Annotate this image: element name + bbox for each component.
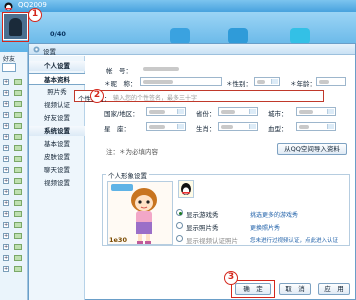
more-game-show-link[interactable]: 挑选更多的游戏秀 [250, 210, 298, 219]
age-label: ＊年龄： [290, 80, 316, 88]
expand-icon[interactable]: + [3, 112, 9, 118]
qq-penguin-icon [181, 183, 191, 195]
zodiac-select[interactable] [146, 122, 186, 131]
cancel-button[interactable]: 取 消 [279, 283, 311, 295]
expand-icon[interactable]: + [3, 79, 9, 85]
age-input[interactable] [316, 77, 346, 86]
expand-icon[interactable]: + [3, 222, 9, 228]
signature-input[interactable]: 输入您的个性签名，最多三十字 [113, 93, 197, 102]
qq-diamond-icon[interactable] [290, 28, 310, 44]
province-select[interactable] [218, 107, 258, 116]
import-from-qzone-button[interactable]: 从QQ空间导入资料 [277, 143, 347, 155]
nickname-label: ＊昵 称： [104, 80, 137, 88]
city-select[interactable] [296, 107, 336, 116]
account-value [140, 64, 200, 73]
country-label: 国家/地区： [104, 110, 139, 118]
avatar-highlight [2, 12, 29, 42]
expand-icon[interactable]: + [3, 255, 9, 261]
search-icon[interactable] [2, 63, 16, 72]
province-label: 省份： [196, 110, 216, 118]
qq-zone-icon[interactable] [170, 28, 190, 44]
expand-icon[interactable]: + [3, 156, 9, 162]
qq-penguin-icon [4, 2, 13, 11]
system-settings-header[interactable]: 系统设置 [29, 126, 85, 136]
personal-settings-header[interactable]: 个人设置 [29, 61, 85, 71]
country-select[interactable] [146, 107, 186, 116]
change-photo-show-link[interactable]: 更换照片秀 [250, 223, 280, 232]
qq-mail-icon[interactable] [228, 28, 248, 44]
zodiac-label: 星 座： [104, 125, 130, 133]
sidebar-item-skin-settings[interactable]: 皮肤设置 [29, 151, 85, 163]
blood-label: 血型： [268, 125, 288, 133]
gender-label: ＊性别： [226, 80, 252, 88]
radio-show-photo-label[interactable]: 显示照片秀 [186, 222, 219, 232]
step-marker-1: 1 [28, 8, 42, 22]
radio-show-game-label[interactable]: 显示游戏秀 [186, 209, 219, 219]
nickname-input[interactable] [140, 77, 222, 86]
video-auth-link[interactable]: 您未进行过视频认证，点此进入认证 [250, 236, 338, 244]
radio-show-video-label[interactable]: 显示视频认证照片 [186, 235, 238, 245]
radio-show-video[interactable] [176, 235, 183, 242]
signature-field[interactable]: 个性签名： 输入您的个性签名，最多三十字 [74, 90, 324, 103]
qq-friend-list: 好友 + + + + + + + + + + + + + + + + + + [0, 52, 28, 300]
gender-select[interactable] [254, 77, 280, 86]
sidebar-item-basic-settings[interactable]: 基本设置 [29, 138, 85, 150]
sidebar-item-chat-settings[interactable]: 聊天设置 [29, 164, 85, 176]
personal-show-title: 个人形象设置 [106, 170, 149, 180]
expand-icon[interactable]: + [3, 211, 9, 217]
account-label: 帐 号： [106, 67, 132, 75]
expand-icon[interactable]: + [3, 189, 9, 195]
step-marker-3: 3 [224, 271, 238, 285]
animal-select[interactable] [218, 122, 258, 131]
radio-show-photo[interactable] [176, 222, 183, 229]
ok-button-highlight [231, 280, 275, 298]
sidebar-item-basic-info[interactable]: 基本资料 [29, 73, 85, 85]
expand-icon[interactable]: + [3, 90, 9, 96]
settings-gear-icon [33, 46, 40, 53]
dialog-titlebar: 设置 [29, 44, 355, 56]
dialog-title: 设置 [43, 48, 56, 56]
city-label: 城市： [268, 110, 288, 118]
qq-friend-tab[interactable]: 好友 [3, 54, 15, 63]
qq-status-count: 0/40 [50, 30, 66, 38]
expand-icon[interactable]: + [3, 134, 9, 140]
show-badge: 1e30 [109, 236, 127, 244]
required-note: 注：＊为必填内容 [106, 148, 158, 156]
expand-icon[interactable]: + [3, 200, 9, 206]
qq-titlebar: QQ2009 [0, 0, 356, 12]
animal-label: 生肖： [196, 125, 216, 133]
expand-icon[interactable]: + [3, 145, 9, 151]
radio-show-game[interactable] [176, 209, 183, 216]
qq-show-avatar[interactable] [178, 180, 194, 198]
sidebar-item-video-settings[interactable]: 视频设置 [29, 177, 85, 189]
expand-icon[interactable]: + [3, 178, 9, 184]
apply-button[interactable]: 应 用 [318, 283, 350, 295]
step-marker-2: 2 [90, 89, 104, 103]
expand-icon[interactable]: + [3, 101, 9, 107]
expand-icon[interactable]: + [3, 233, 9, 239]
blood-select[interactable] [296, 122, 336, 131]
expand-icon[interactable]: + [3, 266, 9, 272]
expand-icon[interactable]: + [3, 244, 9, 250]
sidebar-item-friend-settings[interactable]: 好友设置 [29, 112, 85, 124]
expand-icon[interactable]: + [3, 123, 9, 129]
expand-icon[interactable]: + [3, 167, 9, 173]
